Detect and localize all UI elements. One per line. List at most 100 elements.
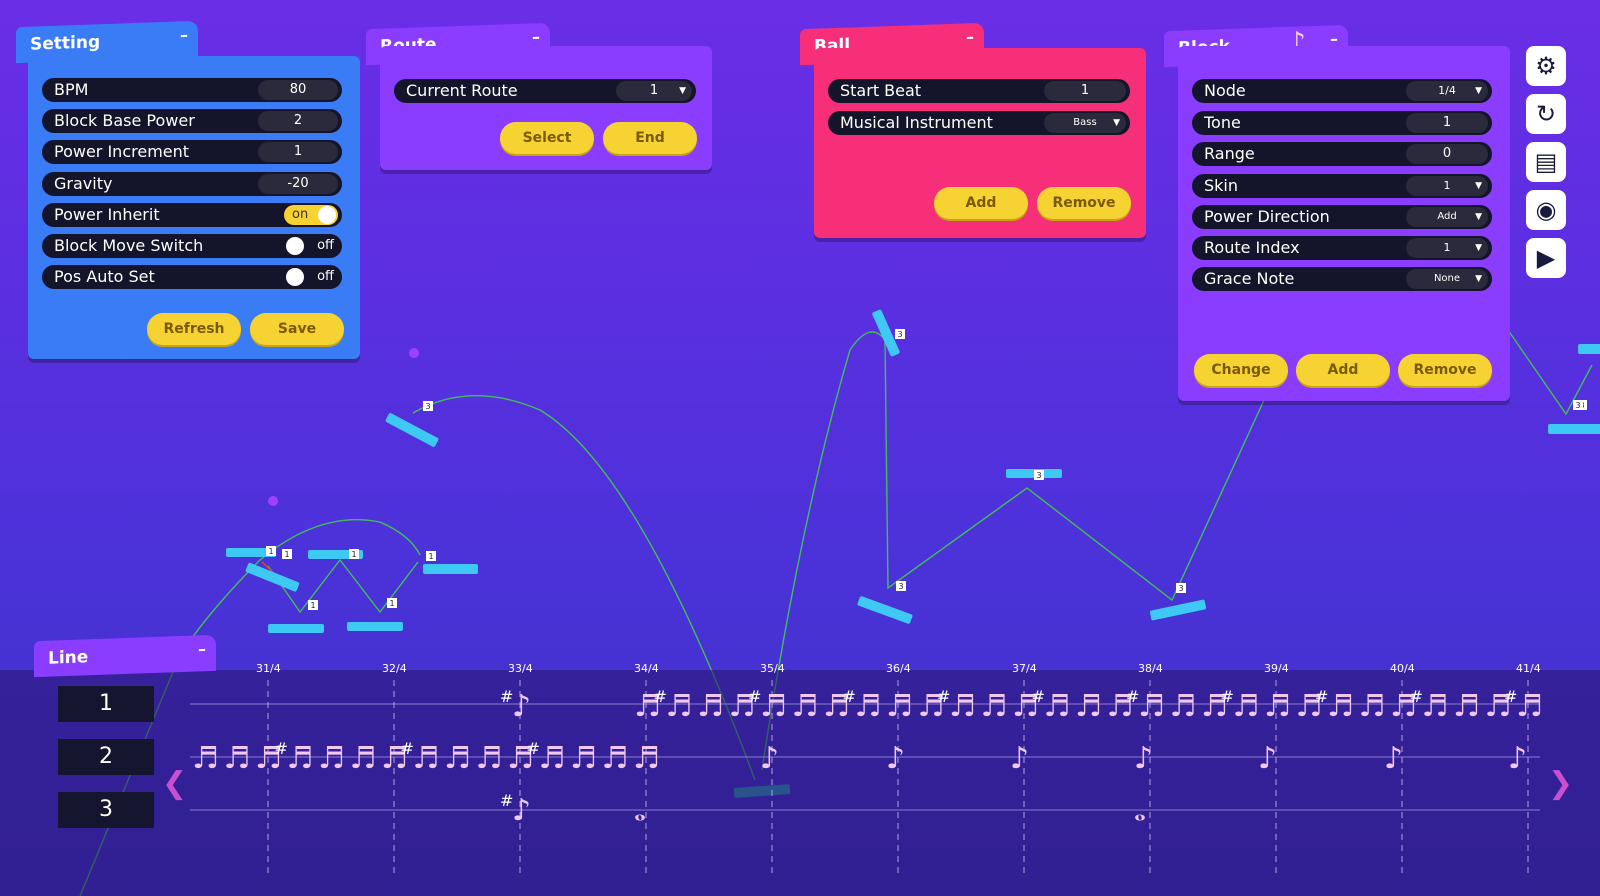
power-direction-row: Power Direction Add ▼ (1192, 205, 1492, 229)
block-move-switch-label: Block Move Switch (54, 236, 204, 255)
gravity-field[interactable]: -20 (258, 174, 338, 194)
musical-instrument-label: Musical Instrument (840, 113, 993, 132)
block-move-switch-row: Block Move Switch off (42, 234, 342, 258)
beat-label: 31/4 (256, 662, 281, 675)
line-title: Line (48, 647, 89, 669)
setting-title: Setting (30, 32, 101, 55)
node-label: Node (1204, 81, 1246, 100)
beat-label: 35/4 (760, 662, 785, 675)
range-row: Range 0 (1192, 142, 1492, 166)
current-route-dropdown[interactable]: 1 ▼ (616, 81, 692, 101)
lane-number[interactable]: 2 (58, 739, 154, 775)
add-block-button[interactable]: Add (1296, 354, 1390, 386)
minimize-icon[interactable]: – (180, 17, 188, 53)
remove-ball-button[interactable]: Remove (1037, 187, 1131, 219)
start-beat-row: Start Beat 1 (828, 79, 1130, 103)
toggle-state: off (317, 238, 334, 253)
chevron-down-icon: ▼ (1475, 181, 1482, 191)
change-block-button[interactable]: Change (1194, 354, 1288, 386)
remove-block-button[interactable]: Remove (1398, 354, 1492, 386)
toggle-state: on (292, 207, 309, 222)
select-button[interactable]: Select (500, 122, 594, 154)
route-index-label: Route Index (1204, 238, 1300, 257)
block[interactable] (423, 564, 478, 574)
block[interactable] (1578, 344, 1600, 354)
toggle-knob (286, 237, 304, 255)
grace-note-row: Grace Note None ▼ (1192, 267, 1492, 291)
block[interactable] (1548, 424, 1600, 434)
node-row: Node 1/4 ▼ (1192, 79, 1492, 103)
block-base-power-label: Block Base Power (54, 111, 195, 130)
end-button[interactable]: End (603, 122, 697, 154)
block[interactable] (385, 412, 439, 447)
bpm-field[interactable]: 80 (258, 80, 338, 100)
block-label: 3 (1575, 401, 1580, 410)
prev-page-arrow[interactable]: ❮ (162, 766, 187, 801)
gear-icon[interactable]: ⚙ (1526, 46, 1566, 86)
musical-instrument-value: Bass (1073, 117, 1097, 128)
beat-label: 40/4 (1390, 662, 1415, 675)
block-label: 1 (389, 599, 394, 608)
timeline-track (0, 670, 1600, 896)
block-label: 3 (897, 330, 902, 339)
route-index-value: 1 (1443, 241, 1451, 254)
power-increment-field[interactable]: 1 (258, 142, 338, 162)
lane-number[interactable]: 1 (58, 686, 154, 722)
skin-row: Skin 1 ▼ (1192, 174, 1492, 198)
chevron-down-icon: ▼ (1475, 212, 1482, 222)
pos-auto-set-label: Pos Auto Set (54, 267, 155, 286)
current-route-label: Current Route (406, 81, 518, 100)
chevron-down-icon: ▼ (1113, 118, 1120, 128)
block[interactable] (268, 624, 324, 633)
add-ball-button[interactable]: Add (934, 187, 1028, 219)
power-inherit-toggle[interactable]: on (284, 205, 338, 225)
pos-auto-set-toggle[interactable]: off (284, 267, 338, 287)
refresh-button[interactable]: Refresh (147, 313, 241, 345)
block[interactable] (857, 596, 913, 625)
chevron-down-icon: ▼ (679, 86, 686, 96)
next-page-arrow[interactable]: ❯ (1548, 766, 1573, 801)
refresh-icon[interactable]: ↻ (1526, 94, 1566, 134)
route-index-row: Route Index 1 ▼ (1192, 236, 1492, 260)
block[interactable] (347, 622, 403, 631)
play-icon[interactable]: ▶ (1526, 238, 1566, 278)
block-base-power-row: Block Base Power 2 (42, 109, 342, 133)
power-direction-dropdown[interactable]: Add ▼ (1406, 207, 1488, 227)
toggle-knob (286, 268, 304, 286)
block-label: 3 (898, 582, 903, 591)
line-tab[interactable]: Line – (34, 634, 216, 678)
tone-label: Tone (1204, 113, 1241, 132)
block[interactable] (245, 562, 300, 592)
gravity-row: Gravity -20 (42, 172, 342, 196)
current-route-value: 1 (649, 83, 659, 98)
skin-dropdown[interactable]: 1 ▼ (1406, 176, 1488, 196)
tone-field[interactable]: 1 (1406, 113, 1488, 133)
record-icon[interactable]: ◉ (1526, 190, 1566, 230)
ball[interactable] (409, 348, 419, 358)
grace-note-label: Grace Note (1204, 269, 1295, 288)
block[interactable] (1149, 599, 1207, 621)
block-label: 1 (268, 547, 273, 556)
block-label: 1 (310, 601, 315, 610)
node-dropdown[interactable]: 1/4 ▼ (1406, 81, 1488, 101)
grace-note-value: None (1433, 273, 1461, 284)
route-index-dropdown[interactable]: 1 ▼ (1406, 238, 1488, 258)
save-button[interactable]: Save (250, 313, 344, 345)
skin-label: Skin (1204, 176, 1239, 195)
range-field[interactable]: 0 (1406, 144, 1488, 164)
toggle-knob (318, 206, 336, 224)
ball[interactable] (268, 496, 278, 506)
skin-value: 1 (1443, 179, 1451, 192)
power-direction-label: Power Direction (1204, 207, 1330, 226)
power-inherit-row: Power Inherit on (42, 203, 342, 227)
lane-number[interactable]: 3 (58, 792, 154, 828)
start-beat-field[interactable]: 1 (1044, 81, 1126, 101)
block-label: 3 (1036, 471, 1041, 480)
block-base-power-field[interactable]: 2 (258, 111, 338, 131)
minimize-icon[interactable]: – (198, 631, 206, 667)
block-move-switch-toggle[interactable]: off (284, 236, 338, 256)
grace-note-dropdown[interactable]: None ▼ (1406, 269, 1488, 289)
save-icon[interactable]: ▤ (1526, 142, 1566, 182)
chevron-down-icon: ▼ (1475, 86, 1482, 96)
musical-instrument-dropdown[interactable]: Bass ▼ (1044, 113, 1126, 133)
